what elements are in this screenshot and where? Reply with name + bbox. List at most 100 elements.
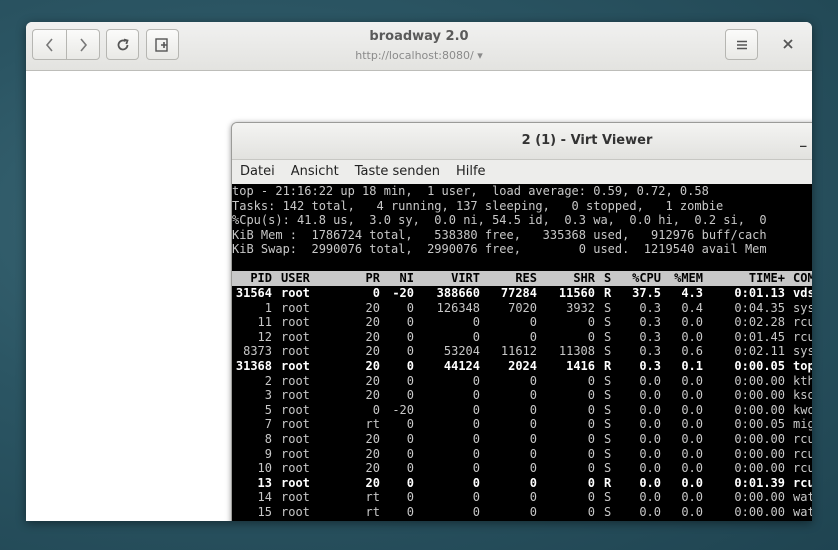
cell-user: root xyxy=(281,461,310,476)
cell-s: S xyxy=(604,490,612,505)
virt-viewer-menubar: Datei Ansicht Taste senden Hilfe xyxy=(232,160,812,183)
table-row: 8root200000S0.00.00:00.00rcu_bh xyxy=(232,432,812,447)
col-shr: SHR xyxy=(573,271,595,285)
cell-cpu: 0.0 xyxy=(639,505,661,519)
cell-mem: 0.0 xyxy=(681,505,703,519)
cell-pr: 20 xyxy=(365,300,380,315)
col-ni: NI xyxy=(399,271,414,285)
cell-ni: 0 xyxy=(382,520,414,521)
cell-pid: 10 xyxy=(257,461,272,476)
cell-pid: 3 xyxy=(264,388,272,403)
cell-pr: 0 xyxy=(372,402,380,417)
cell-cpu: 0.0 xyxy=(639,475,661,490)
cell-s: S xyxy=(604,344,612,359)
cell-s: R xyxy=(604,286,612,300)
cell-res: 0 xyxy=(529,475,537,490)
cell-s: S xyxy=(604,520,611,521)
cell-virt: 0 xyxy=(472,446,480,461)
url-text: http://localhost:8080/ xyxy=(355,49,474,62)
menu-ansicht[interactable]: Ansicht xyxy=(283,160,347,183)
cell-time: 0:01.39 xyxy=(734,475,785,490)
cell-cpu: 0.3 xyxy=(639,300,661,315)
cell-pr: 20 xyxy=(365,461,380,476)
cell-res: 0 xyxy=(529,461,537,476)
cell-shr: 0 xyxy=(587,432,595,446)
cell-pid: 31564 xyxy=(235,286,272,300)
col-command: COMMAN xyxy=(793,271,812,285)
cell-user: root xyxy=(281,490,310,505)
menu-taste-senden[interactable]: Taste senden xyxy=(347,160,448,183)
cell-pid: 5 xyxy=(264,402,272,417)
cell-mem: 0.0 xyxy=(666,520,703,521)
cell-cpu: 0.0 xyxy=(639,490,661,505)
cell-virt: 0 xyxy=(472,315,480,330)
cell-ni: 0 xyxy=(406,329,414,344)
cell-user: root xyxy=(281,373,310,388)
cell-virt: 0 xyxy=(472,388,480,403)
cell-user: root xyxy=(281,446,310,461)
cell-ni: 0 xyxy=(406,417,414,432)
menu-button[interactable] xyxy=(725,29,758,60)
cell-res: 0 xyxy=(490,520,537,521)
cell-cpu: 0.0 xyxy=(639,432,661,446)
table-row: 31564 root 0 -20 388660 77284 11560 R 37.5 4.3 0:0… xyxy=(232,286,812,301)
minimize-button[interactable]: _ xyxy=(800,133,807,148)
cell-cpu: 0.0 xyxy=(639,461,661,476)
vm-console[interactable]: top - 21:16:22 up 18 min, 1 user, load a… xyxy=(232,184,812,521)
cell-pid: 1 xyxy=(264,300,272,315)
cell-pid: 31368 xyxy=(235,359,272,373)
cell-s: S xyxy=(604,461,612,476)
cell-cpu: 0.0 xyxy=(617,520,661,521)
cell-time: 0:01.13 xyxy=(734,286,785,300)
cell-cmd: top xyxy=(793,359,812,373)
cell-cmd: system xyxy=(793,344,812,359)
cell-res: 0 xyxy=(529,432,537,446)
cell-res: 77284 xyxy=(500,286,537,300)
cell-time: 0:02.11 xyxy=(734,344,785,359)
cell-s: R xyxy=(604,359,612,373)
cell-time: 0:04.35 xyxy=(734,300,785,315)
col-pr: PR xyxy=(365,271,380,285)
cell-ni: 0 xyxy=(406,446,414,461)
cell-cpu: 0.3 xyxy=(639,329,661,344)
cell-pid: 8 xyxy=(264,432,272,446)
cell-cmd: vdsm-t xyxy=(793,286,812,300)
cell-cmd: system xyxy=(793,300,812,315)
cell-cmd: rcuob/ xyxy=(793,461,812,476)
table-row: 5root0-20000S0.00.00:00.00kworke xyxy=(232,403,812,418)
cell-pr: 20 xyxy=(365,373,380,388)
virt-viewer-title: 2 (1) - Virt Viewer xyxy=(521,133,653,148)
cell-s: S xyxy=(604,417,612,432)
cell-ni: -20 xyxy=(392,402,414,417)
col-user: USER xyxy=(281,271,310,285)
cell-mem: 0.0 xyxy=(681,388,703,403)
menu-hilfe[interactable]: Hilfe xyxy=(448,160,494,183)
cell-s: S xyxy=(604,432,612,446)
cell-cmd: rcu_sc xyxy=(793,315,812,330)
cell-mem: 0.0 xyxy=(681,475,703,490)
cell-ni: 0 xyxy=(406,315,414,330)
cell-virt: 44124 xyxy=(443,359,480,373)
close-button[interactable] xyxy=(778,33,798,55)
cell-pid: 7 xyxy=(264,417,272,432)
col-res: RES xyxy=(515,271,537,285)
cell-pr: 20 xyxy=(365,359,380,373)
process-table-header: PID USER PR NI VIRT RES SHR S %CPU %MEM … xyxy=(232,271,812,286)
cell-s: S xyxy=(604,329,612,344)
cell-s: S xyxy=(604,373,612,388)
cell-s: S xyxy=(604,446,612,461)
cell-pr: 20 xyxy=(365,344,380,359)
cell-mem: 0.0 xyxy=(681,490,703,505)
col-mem: %MEM xyxy=(674,271,703,285)
cell-user: root xyxy=(281,329,310,344)
cell-pid: 13 xyxy=(257,475,272,490)
menu-datei[interactable]: Datei xyxy=(232,160,283,183)
cell-shr: 3932 xyxy=(566,300,595,315)
col-pid: PID xyxy=(250,271,272,285)
cell-mem: 0.0 xyxy=(681,432,703,446)
cell-ni: 0 xyxy=(406,388,414,403)
cell-virt: 126348 xyxy=(436,300,480,315)
top-tasks-line: Tasks: 142 total, 4 running, 137 sleepin… xyxy=(232,198,724,213)
url-label[interactable]: http://localhost:8080/ ▾ xyxy=(26,48,812,64)
cell-ni: 0 xyxy=(406,490,414,505)
